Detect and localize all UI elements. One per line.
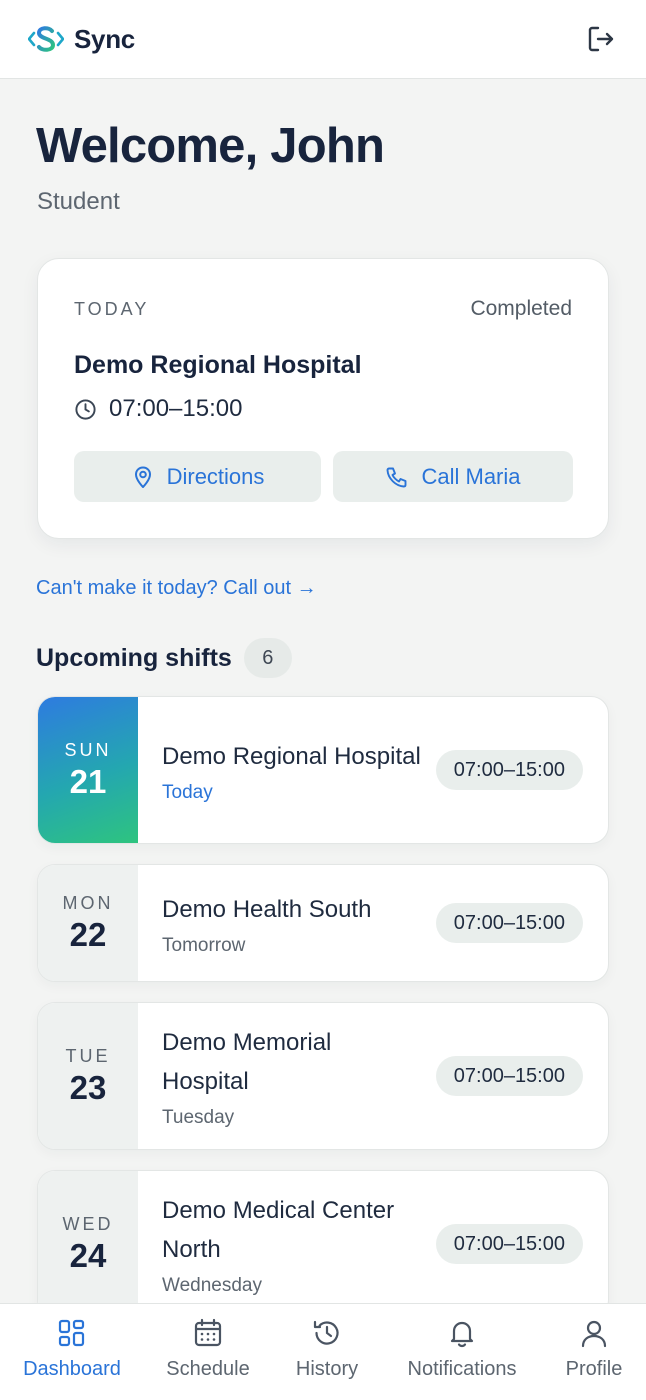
nav-profile[interactable]: Profile [560,1304,628,1400]
shift-info: Demo Memorial Hospital Tuesday [162,1003,422,1149]
shift-location: Demo Regional Hospital [162,742,421,770]
shift-location: Demo Memorial Hospital [162,1029,332,1095]
welcome-title: Welcome, John [36,119,385,173]
shift-time-pill: 07:00–15:00 [435,1224,583,1264]
calendar-icon [194,1318,222,1347]
directions-button[interactable]: Directions [74,451,321,502]
clock-icon [75,398,96,420]
shift-date-block: TUE 23 [38,1003,138,1149]
nav-label: History [295,1358,359,1380]
shift-day-number: 21 [69,762,107,800]
user-icon [581,1320,607,1348]
shift-day-number: 24 [69,1236,107,1274]
shift-date-block: MON 22 [38,865,138,981]
upcoming-count-badge: 6 [243,638,292,678]
today-label: TODAY [74,299,150,319]
phone-icon [387,467,407,487]
map-pin-icon [134,466,151,488]
app-logo[interactable]: Sync [28,24,135,55]
shift-date-block: WED 24 [38,1171,138,1317]
shift-day-of-week: TUE [65,1045,111,1066]
logout-icon[interactable] [586,24,616,54]
bottom-nav: Dashboard Schedule History Notifications… [0,1303,646,1400]
shift-card-wed-24[interactable]: WED 24 Demo Medical Center North Wednesd… [37,1170,609,1318]
shift-day-of-week: SUN [64,739,112,760]
shift-card-mon-22[interactable]: MON 22 Demo Health South Tomorrow 07:00–… [37,864,609,982]
shift-location: Demo Medical Center North [162,1197,395,1263]
shift-location: Demo Health South [162,895,372,923]
call-contact-button[interactable]: Call Maria [333,451,573,502]
nav-schedule[interactable]: Schedule [162,1304,254,1400]
dashboard-icon [58,1319,85,1347]
history-icon [313,1320,339,1345]
nav-label: Notifications [407,1358,517,1380]
nav-dashboard[interactable]: Dashboard [22,1304,122,1400]
shift-info: Demo Health South Tomorrow [162,865,422,981]
today-shift-card: TODAY Completed Demo Regional Hospital 0… [37,258,609,539]
shift-card-sun-21[interactable]: SUN 21 Demo Regional Hospital Today 07:0… [37,696,609,844]
bell-icon [450,1321,474,1348]
nav-label: Profile [565,1358,623,1380]
shift-info: Demo Regional Hospital Today [162,697,422,843]
nav-label: Dashboard [23,1358,121,1380]
nav-notifications[interactable]: Notifications [400,1304,524,1400]
today-shift-time: 07:00–15:00 [109,395,243,422]
shift-relative-day: Wednesday [162,1275,262,1296]
shift-date-block: SUN 21 [38,697,138,843]
call-label: Call Maria [421,463,521,489]
shift-status: Completed [470,297,572,320]
app: Sync Welcome, John Student TODAY Complet… [0,0,646,1400]
shift-day-number: 23 [69,1068,107,1106]
shift-day-of-week: WED [62,1213,114,1234]
directions-label: Directions [166,463,265,489]
shift-time-pill: 07:00–15:00 [435,1056,583,1096]
upcoming-shifts-header: Upcoming shifts 6 [36,638,292,678]
app-name: Sync [74,23,135,54]
today-hospital-name: Demo Regional Hospital [74,351,362,379]
shift-day-number: 22 [69,915,107,953]
shift-time-pill: 07:00–15:00 [435,903,583,943]
shift-info: Demo Medical Center North Wednesday [162,1171,422,1317]
upcoming-shifts-title: Upcoming shifts [36,643,232,672]
user-role: Student [37,188,120,215]
top-bar: Sync [0,0,646,79]
nav-label: Schedule [166,1358,250,1380]
shift-relative-day: Today [162,781,213,803]
shift-relative-day: Tuesday [162,1107,235,1128]
shift-day-of-week: MON [62,892,114,913]
shift-relative-day: Tomorrow [162,934,246,956]
nav-history[interactable]: History [288,1304,366,1400]
today-time-row: 07:00–15:00 [74,395,242,423]
shift-card-tue-23[interactable]: TUE 23 Demo Memorial Hospital Tuesday 07… [37,1002,609,1150]
shift-time-pill: 07:00–15:00 [435,750,583,790]
sync-logo-icon [28,26,64,52]
call-out-link[interactable]: Can't make it today? Call out → [36,577,317,600]
